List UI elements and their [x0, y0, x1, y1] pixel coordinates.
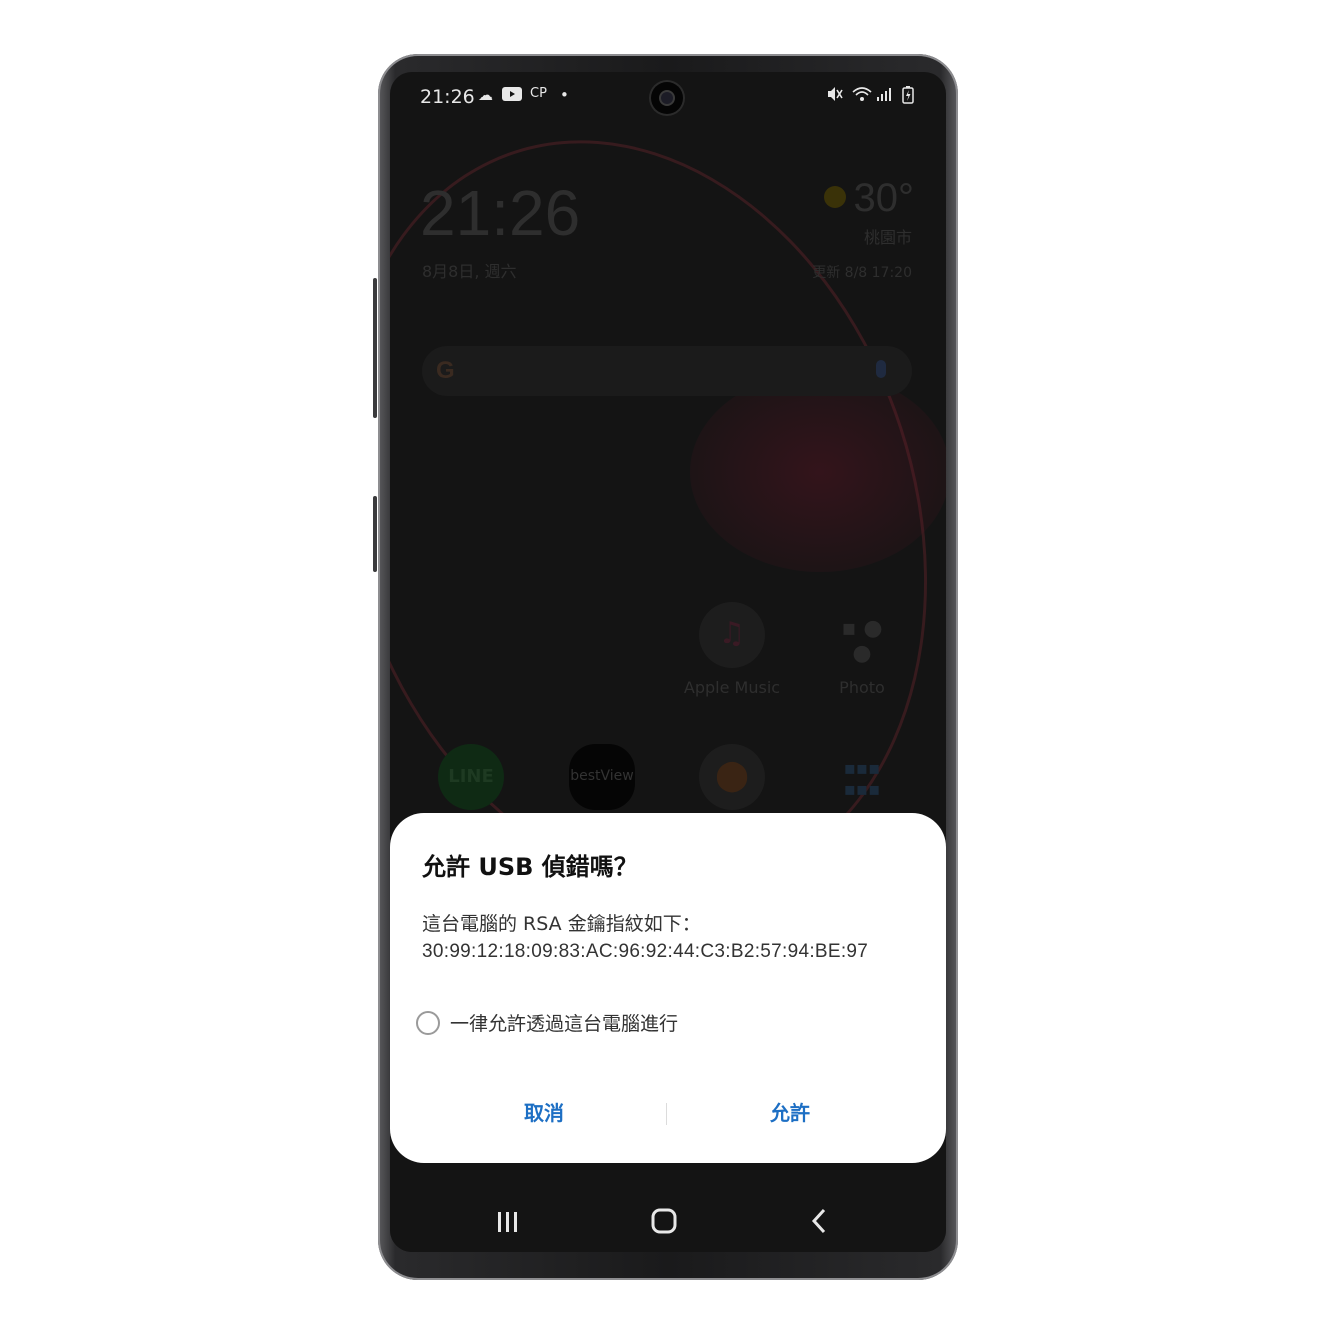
signal-icon [876, 86, 892, 106]
wallpaper-glow [690, 372, 946, 572]
checkbox-circle[interactable] [416, 1010, 440, 1035]
button-divider [666, 1103, 667, 1125]
google-icon: G [436, 357, 455, 384]
bestview-icon: bestView [569, 744, 635, 810]
dialog-message: 這台電腦的 RSA 金鑰指紋如下： [422, 913, 701, 935]
recents-icon[interactable] [488, 1206, 528, 1236]
wifi-icon [852, 86, 872, 106]
home-icon[interactable] [644, 1206, 684, 1236]
weather-updated: 更新 8/8 17:20 [812, 265, 912, 281]
mic-icon [876, 360, 886, 378]
status-bar: 21:26 ☁ CP • [390, 72, 946, 124]
cloud-icon: ☁ [478, 86, 493, 104]
youtube-icon [502, 86, 522, 106]
navigation-bar [390, 1190, 946, 1252]
app-social-folder: ▪▪▪ ▪▪▪ [802, 744, 922, 820]
photo-folder-icon: ▪ ● ● [841, 616, 883, 666]
app-photo-folder: ▪ ● ● Photo [802, 602, 922, 697]
cancel-button[interactable]: 取消 [424, 1093, 664, 1133]
apple-music-icon: ♫ [699, 602, 765, 668]
home-clock: 21:26 [420, 177, 581, 249]
app-label: Apple Music [683, 678, 781, 697]
usb-debugging-dialog: 允許 USB 偵錯嗎？ 這台電腦的 RSA 金鑰指紋如下： 30:99:12:1… [390, 813, 946, 1163]
screen: 21:26 ☁ CP • 21:26 8月8日, 週六 30° 桃園市 更新 8… [390, 72, 946, 1252]
app-apple-music: ♫ Apple Music [672, 602, 792, 697]
google-maps-icon: ⬤ [699, 744, 765, 810]
weather-city: 桃園市 [863, 228, 912, 247]
app-google-maps: ⬤ [672, 744, 792, 820]
home-date: 8月8日, 週六 [422, 262, 517, 281]
battery-icon [902, 86, 914, 108]
allow-button[interactable]: 允許 [670, 1093, 910, 1133]
back-icon[interactable] [800, 1206, 840, 1236]
app-line: LINE [411, 744, 531, 820]
social-folder-icon: ▪▪▪ ▪▪▪ [843, 758, 881, 800]
power-button [373, 496, 377, 572]
app-bestview: bestView [542, 744, 662, 820]
volume-button [373, 278, 377, 418]
cp-icon: CP [530, 86, 547, 101]
always-allow-checkbox[interactable]: 一律允許透過這台電腦進行 [416, 1009, 678, 1036]
line-icon: LINE [438, 744, 504, 810]
front-camera [651, 82, 683, 114]
app-label: Photo [839, 678, 885, 697]
weather-temp: 30° [853, 176, 915, 220]
dialog-title: 允許 USB 偵錯嗎？ [422, 853, 638, 881]
mute-icon [826, 86, 844, 106]
status-time: 21:26 [420, 86, 475, 108]
dot-icon: • [560, 86, 569, 104]
google-search-bar: G [422, 346, 912, 396]
rsa-fingerprint: 30:99:12:18:09:83:AC:96:92:44:C3:B2:57:9… [422, 941, 869, 962]
sun-icon [824, 186, 846, 208]
checkbox-label: 一律允許透過這台電腦進行 [450, 1013, 679, 1035]
